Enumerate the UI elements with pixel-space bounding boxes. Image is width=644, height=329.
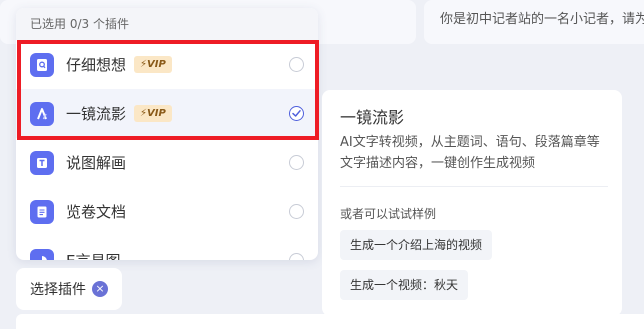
plugin-radio[interactable]	[289, 155, 304, 170]
close-icon[interactable]: ×	[92, 281, 108, 297]
plugin-dropdown: 已选用 0/3 个插件 仔细想想 ⚡VIP 一镜流影 ⚡VIP 说图解画 览卷文…	[16, 8, 318, 260]
plugin-label: 仔细想想	[66, 56, 127, 74]
plugin-item-eyanyitu[interactable]: E言易图	[16, 236, 318, 260]
plugin-item-lanjuanwendang[interactable]: 览卷文档	[16, 187, 318, 236]
search-doc-icon	[30, 52, 54, 77]
video-icon	[30, 101, 54, 126]
plugin-radio[interactable]	[289, 253, 304, 260]
plugin-radio[interactable]	[289, 204, 304, 219]
plugin-list: 仔细想想 ⚡VIP 一镜流影 ⚡VIP 说图解画 览卷文档	[16, 40, 318, 260]
plugin-radio[interactable]	[289, 57, 304, 72]
sample-prompt-button[interactable]: 生成一个视频：秋天	[340, 270, 469, 300]
check-icon	[292, 110, 301, 117]
plugin-detail-description: AI文字转视频，从主题词、语句、段落篇章等文字描述内容，一键创作生成视频	[340, 135, 600, 171]
plugin-label: E言易图	[66, 250, 120, 260]
plugin-item-zixixiangxiang[interactable]: 仔细想想 ⚡VIP	[16, 40, 318, 89]
plugin-label: 说图解画	[66, 154, 127, 172]
divider	[340, 186, 608, 187]
select-plugin-label: 选择插件	[30, 282, 86, 298]
sample-subtitle: 或者可以试试样例	[340, 207, 437, 221]
plugin-detail-panel: 一镜流影 AI文字转视频，从主题词、语句、段落篇章等文字描述内容，一键创作生成视…	[322, 90, 622, 316]
plugin-label: 览卷文档	[66, 203, 127, 221]
vip-badge: ⚡VIP	[134, 56, 172, 73]
plugin-item-yijingliuying[interactable]: 一镜流影 ⚡VIP	[16, 89, 318, 138]
plugin-item-shuotujiehua[interactable]: 说图解画	[16, 138, 318, 187]
sample-prompt-button[interactable]: 生成一个介绍上海的视频	[340, 230, 493, 260]
vip-badge: ⚡VIP	[134, 105, 172, 122]
plugin-detail-title: 一镜流影	[340, 108, 405, 127]
input-area[interactable]	[16, 314, 644, 329]
image-text-icon	[30, 150, 54, 175]
plugin-count-header: 已选用 0/3 个插件	[16, 8, 318, 40]
document-icon	[30, 199, 54, 224]
select-plugin-tag[interactable]: 选择插件 ×	[16, 268, 122, 310]
plugin-label: 一镜流影	[66, 105, 127, 123]
plugin-radio-checked[interactable]	[289, 106, 304, 121]
prompt-text: 你是初中记者站的一名小记者，请为	[440, 12, 644, 27]
chart-icon	[30, 248, 54, 260]
